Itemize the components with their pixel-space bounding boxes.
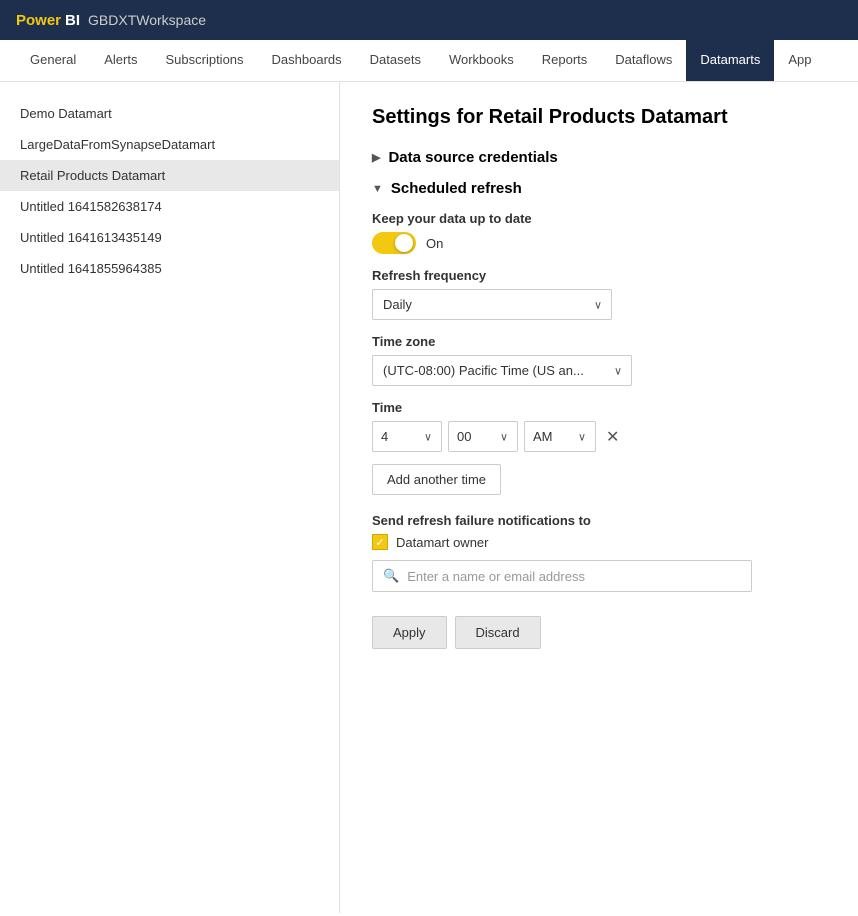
refresh-frequency-select[interactable]: Daily Weekly: [372, 289, 612, 320]
sidebar-item-untitled2[interactable]: Untitled 1641613435149: [0, 222, 339, 253]
timezone-label: Time zone: [372, 334, 826, 349]
scheduled-refresh-arrow-icon: ▼: [372, 183, 383, 195]
nav-tabs: General Alerts Subscriptions Dashboards …: [0, 40, 858, 82]
action-row: Apply Discard: [372, 616, 826, 649]
sidebar-item-large[interactable]: LargeDataFromSynapseDatamart: [0, 129, 339, 160]
tab-reports[interactable]: Reports: [528, 40, 602, 81]
scheduled-refresh-section: ▼ Scheduled refresh Keep your data up to…: [372, 180, 826, 649]
keep-uptodate-label: Keep your data up to date: [372, 211, 826, 226]
tab-general[interactable]: General: [16, 40, 90, 81]
toggle-row: On: [372, 232, 826, 254]
tab-alerts[interactable]: Alerts: [90, 40, 151, 81]
data-source-arrow-icon: ▶: [372, 151, 380, 164]
email-input[interactable]: [407, 569, 741, 584]
apply-button[interactable]: Apply: [372, 616, 447, 649]
time-row: 123 456 789 101112 0015 3045 AMPM: [372, 421, 826, 452]
data-source-section: ▶ Data source credentials: [372, 149, 826, 166]
tab-subscriptions[interactable]: Subscriptions: [151, 40, 257, 81]
time-hour-select[interactable]: 123 456 789 101112: [372, 421, 442, 452]
timezone-select[interactable]: (UTC-08:00) Pacific Time (US an... (UTC-…: [372, 355, 632, 386]
sidebar: Demo Datamart LargeDataFromSynapseDatama…: [0, 82, 340, 913]
time-minute-wrapper: 0015 3045: [448, 421, 518, 452]
time-hour-wrapper: 123 456 789 101112: [372, 421, 442, 452]
notifications-section: Send refresh failure notifications to ✓ …: [372, 513, 826, 592]
time-ampm-select[interactable]: AMPM: [524, 421, 596, 452]
time-ampm-wrapper: AMPM: [524, 421, 596, 452]
tab-datasets[interactable]: Datasets: [356, 40, 435, 81]
timezone-wrapper: (UTC-08:00) Pacific Time (US an... (UTC-…: [372, 355, 632, 386]
content-area: Settings for Retail Products Datamart ▶ …: [340, 82, 858, 913]
brand-power: Power: [16, 12, 61, 29]
scheduled-refresh-header[interactable]: ▼ Scheduled refresh: [372, 180, 826, 197]
scheduled-refresh-label: Scheduled refresh: [391, 180, 522, 197]
topbar: Power BI GBDXTWorkspace: [0, 0, 858, 40]
tab-workbooks[interactable]: Workbooks: [435, 40, 528, 81]
discard-button[interactable]: Discard: [455, 616, 541, 649]
datamart-owner-row: ✓ Datamart owner: [372, 534, 826, 550]
datamart-owner-checkbox[interactable]: ✓: [372, 534, 388, 550]
datamart-owner-label: Datamart owner: [396, 535, 488, 550]
sidebar-item-demo[interactable]: Demo Datamart: [0, 98, 339, 129]
remove-time-icon[interactable]: ✕: [602, 423, 623, 451]
main-layout: Demo Datamart LargeDataFromSynapseDatama…: [0, 82, 858, 913]
settings-title: Settings for Retail Products Datamart: [372, 106, 826, 129]
sidebar-item-retail[interactable]: Retail Products Datamart: [0, 160, 339, 191]
email-input-wrapper: 🔍: [372, 560, 752, 592]
sidebar-item-untitled3[interactable]: Untitled 1641855964385: [0, 253, 339, 284]
notifications-label: Send refresh failure notifications to: [372, 513, 826, 528]
brand: Power BI: [16, 12, 80, 29]
tab-dataflows[interactable]: Dataflows: [601, 40, 686, 81]
brand-bi: BI: [65, 12, 80, 29]
toggle-on-label: On: [426, 236, 443, 251]
time-minute-select[interactable]: 0015 3045: [448, 421, 518, 452]
toggle-on-switch[interactable]: [372, 232, 416, 254]
data-source-header[interactable]: ▶ Data source credentials: [372, 149, 826, 166]
workspace-label: GBDXTWorkspace: [88, 12, 206, 28]
time-label: Time: [372, 400, 826, 415]
search-icon: 🔍: [383, 568, 399, 584]
sidebar-item-untitled1[interactable]: Untitled 1641582638174: [0, 191, 339, 222]
tab-datamarts[interactable]: Datamarts: [686, 40, 774, 81]
data-source-label: Data source credentials: [388, 149, 557, 166]
refresh-frequency-wrapper: Daily Weekly: [372, 289, 612, 320]
tab-app[interactable]: App: [774, 40, 825, 81]
tab-dashboards[interactable]: Dashboards: [258, 40, 356, 81]
add-another-time-button[interactable]: Add another time: [372, 464, 501, 495]
refresh-frequency-label: Refresh frequency: [372, 268, 826, 283]
